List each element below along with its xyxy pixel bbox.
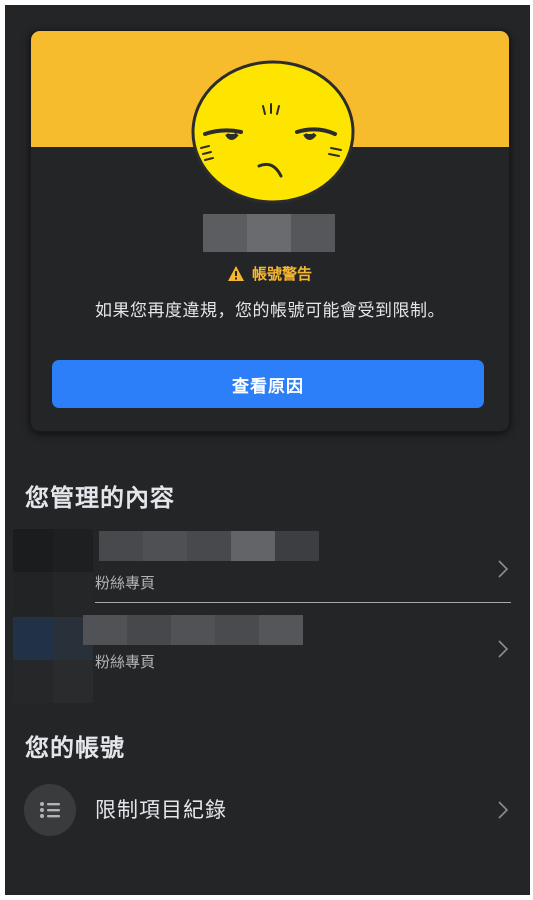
your-account-heading: 您的帳號 [25, 734, 125, 762]
list-icon [24, 784, 76, 836]
restriction-history-item[interactable]: 限制項目紀錄 [5, 775, 530, 845]
warning-heading-label: 帳號警告 [251, 265, 312, 283]
page-type-label: 粉絲專頁 [95, 653, 156, 671]
chevron-right-icon [498, 801, 509, 819]
managed-page-item[interactable]: 粉絲專頁 [5, 611, 530, 703]
warning-triangle-icon [227, 266, 244, 281]
chevron-right-icon [498, 640, 509, 658]
page-avatar-blurred [13, 529, 93, 615]
warning-heading: 帳號警告 [31, 263, 509, 284]
page-avatar-blurred [13, 617, 93, 703]
page-type-label: 粉絲專頁 [95, 574, 156, 592]
account-warning-card: 帳號警告 如果您再度違規，您的帳號可能會受到限制。 查看原因 [30, 30, 510, 432]
row-divider [95, 602, 511, 603]
page-name-blurred [83, 615, 303, 645]
app-screen: 帳號警告 如果您再度違規，您的帳號可能會受到限制。 查看原因 您管理的內容 粉絲… [5, 5, 530, 895]
warning-message: 如果您再度違規，您的帳號可能會受到限制。 [95, 301, 445, 321]
page-name-blurred [99, 531, 319, 561]
managed-content-heading: 您管理的內容 [25, 484, 175, 512]
restriction-history-label: 限制項目紀錄 [95, 798, 227, 822]
view-reason-button[interactable]: 查看原因 [52, 360, 484, 408]
managed-page-item[interactable]: 粉絲專頁 [5, 523, 530, 615]
blurred-account-name [203, 214, 335, 252]
chevron-right-icon [498, 560, 509, 578]
annoyed-face-icon [191, 60, 355, 204]
